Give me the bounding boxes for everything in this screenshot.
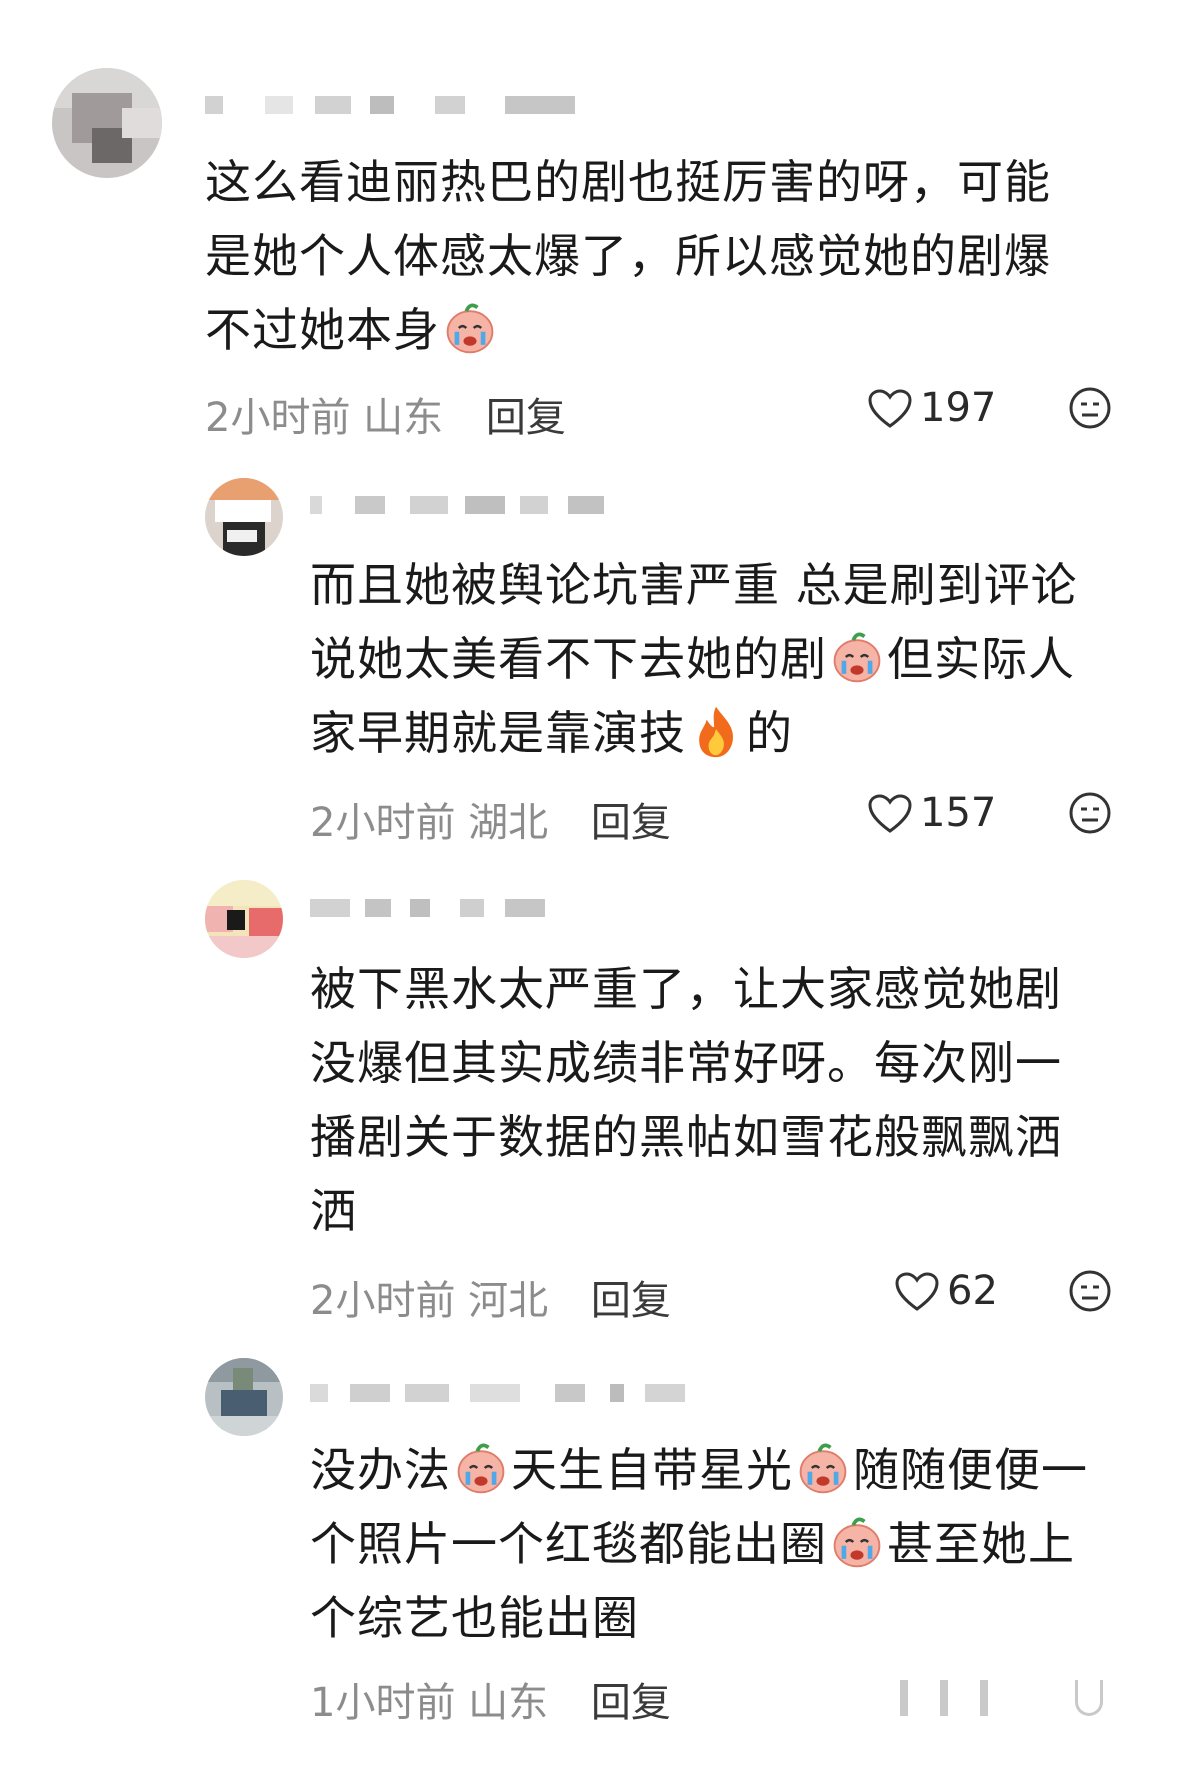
username-blurred[interactable] xyxy=(310,1378,710,1408)
username-blurred[interactable] xyxy=(310,893,560,923)
avatar[interactable] xyxy=(205,880,283,958)
comment-meta: 2小时前 湖北 回复 xyxy=(310,790,671,848)
like-button[interactable]: 197 xyxy=(868,385,996,431)
comment-time: 1小时前 xyxy=(310,1680,456,1726)
reply-button[interactable]: 回复 xyxy=(591,1278,671,1324)
like-count: 62 xyxy=(947,1268,998,1314)
meh-face-icon[interactable] xyxy=(1068,791,1112,835)
avatar[interactable] xyxy=(205,478,283,556)
like-button[interactable]: 157 xyxy=(868,790,996,836)
comment-meta: 2小时前 山东 回复 xyxy=(205,385,566,443)
comment-text: 没办法 天生自带星光 随随便便一 个照片一个红毯都能出圈 甚至她上 个综艺也能出圈 xyxy=(310,1433,1088,1655)
meh-face-icon[interactable] xyxy=(1068,1269,1112,1313)
comment-text: 而且她被舆论坑害严重 总是刷到评论 说她太美看不下去她的剧 但实际人 家早期就是靠… xyxy=(310,558,1078,760)
heart-outline-icon xyxy=(868,389,912,428)
like-count: 197 xyxy=(920,385,997,431)
meh-face-icon[interactable] xyxy=(1068,386,1112,430)
comment-text: 这么看迪丽热巴的剧也挺厉害的呀，可能 是她个人体感太爆了，所以感觉她的剧爆 不过… xyxy=(205,155,1051,357)
comment-time: 2小时前 xyxy=(310,1278,456,1324)
comment-meta: 2小时前 河北 回复 xyxy=(310,1268,671,1326)
reply-button[interactable]: 回复 xyxy=(591,1680,671,1726)
username-blurred[interactable] xyxy=(310,490,610,520)
comment-time: 2小时前 xyxy=(205,395,351,441)
comment-location: 河北 xyxy=(468,1278,549,1324)
comment-location: 湖北 xyxy=(468,800,549,846)
heart-outline-icon xyxy=(868,794,912,833)
comment-time: 2小时前 xyxy=(310,800,456,846)
avatar[interactable] xyxy=(52,68,162,178)
comment-text: 被下黑水太严重了，让大家感觉她剧 没爆但其实成绩非常好呀。每次刚一 播剧关于数据… xyxy=(310,962,1062,1238)
avatar[interactable] xyxy=(205,1358,283,1436)
loudly-crying-emoji xyxy=(799,1443,847,1494)
loudly-crying-emoji xyxy=(446,303,494,354)
loudly-crying-emoji xyxy=(457,1443,505,1494)
loudly-crying-emoji xyxy=(833,1517,881,1568)
top-divider xyxy=(0,0,1179,3)
comment-location: 山东 xyxy=(363,395,444,441)
like-count: 157 xyxy=(920,790,997,836)
comment-meta: 1小时前 山东 回复 xyxy=(310,1670,671,1728)
like-button[interactable]: 62 xyxy=(895,1268,998,1314)
heart-outline-icon xyxy=(895,1272,939,1311)
loudly-crying-emoji xyxy=(833,632,881,683)
comment-location: 山东 xyxy=(468,1680,549,1726)
action-icons-cropped xyxy=(900,1680,1130,1720)
fire-emoji xyxy=(699,706,734,758)
reply-button[interactable]: 回复 xyxy=(486,395,566,441)
username-blurred[interactable] xyxy=(205,90,585,120)
reply-button[interactable]: 回复 xyxy=(591,800,671,846)
